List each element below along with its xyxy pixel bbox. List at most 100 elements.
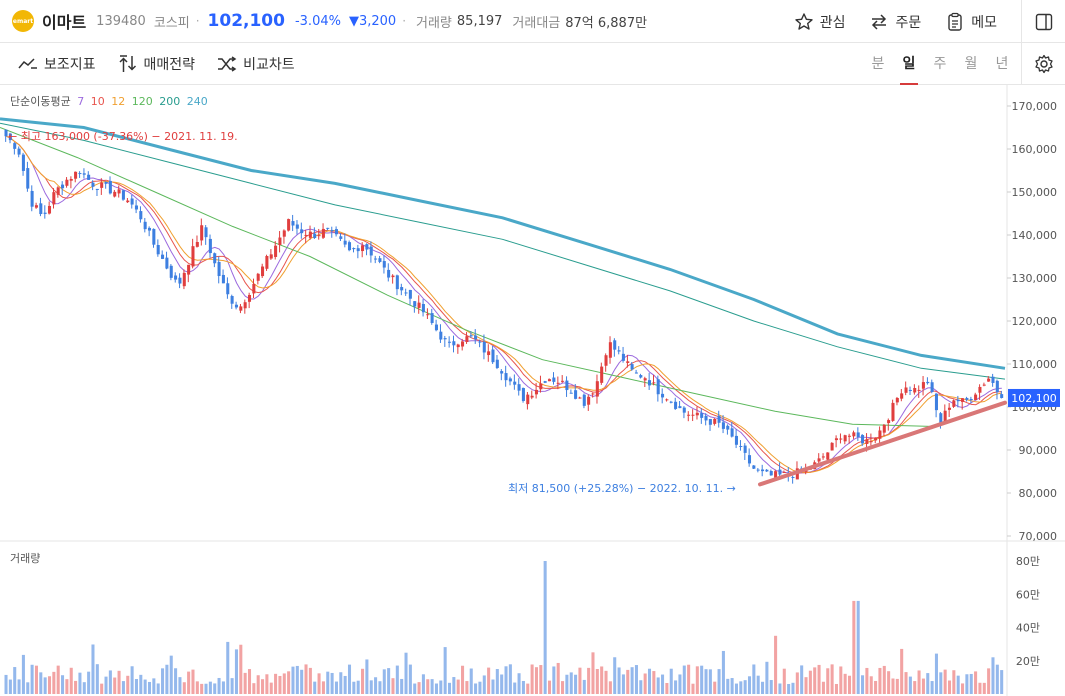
- volume-bar: [891, 678, 895, 694]
- candle: [352, 248, 356, 250]
- candle: [874, 437, 878, 441]
- candle: [652, 382, 656, 384]
- candle: [621, 353, 625, 361]
- candle: [904, 387, 908, 393]
- candle: [443, 338, 447, 340]
- volume-bar: [552, 666, 556, 694]
- tab-minute[interactable]: 분: [871, 43, 885, 85]
- clipboard-icon: [948, 12, 962, 31]
- volume-bar: [904, 672, 908, 694]
- candle: [26, 168, 30, 189]
- candle: [517, 384, 521, 391]
- candle: [21, 154, 25, 171]
- chart-settings-button[interactable]: [1021, 43, 1065, 85]
- volume-bar: [265, 674, 269, 694]
- volume-bar: [869, 676, 873, 694]
- volume-bar: [43, 677, 47, 694]
- market-name: 코스피: [153, 15, 190, 31]
- candle: [321, 228, 325, 238]
- tab-day[interactable]: 일: [900, 43, 918, 85]
- volume-bar: [617, 667, 621, 694]
- candle: [456, 344, 460, 348]
- volume-bar: [130, 666, 134, 694]
- y-tick-label: 130,000: [1012, 272, 1058, 285]
- candle: [300, 229, 304, 234]
- volume-bar: [195, 681, 199, 694]
- candle: [578, 397, 582, 399]
- tab-week[interactable]: 주: [933, 43, 947, 85]
- gear-icon: [1034, 54, 1053, 74]
- ma200-line: [0, 122, 1006, 380]
- indicators-button[interactable]: 보조지표: [18, 54, 96, 74]
- price-chart-svg[interactable]: 170,000 160,000 150,000 140,000 130,000 120,0…: [0, 85, 1065, 696]
- volume-bar: [565, 674, 569, 694]
- volume-bar: [647, 668, 652, 694]
- stock-name[interactable]: 이마트: [42, 9, 86, 33]
- volume-bar: [317, 673, 321, 694]
- candle: [74, 171, 78, 179]
- volume-bar: [326, 671, 330, 694]
- side-panel-toggle[interactable]: [1021, 0, 1065, 43]
- volume-bar: [895, 678, 899, 694]
- candle: [913, 387, 917, 393]
- candle: [408, 289, 412, 299]
- volume-bar: [691, 683, 695, 694]
- volume-bar: [774, 635, 778, 694]
- candle: [52, 192, 56, 205]
- candle: [313, 233, 317, 238]
- volume-bar: [491, 679, 495, 694]
- order-label: 주문: [895, 14, 922, 31]
- volume-bar: [139, 674, 143, 694]
- volume-bar: [800, 665, 804, 694]
- tab-month[interactable]: 월: [964, 43, 978, 85]
- volume-bar: [761, 681, 765, 694]
- candle: [161, 254, 165, 259]
- volume-bar: [661, 674, 665, 694]
- volume-bar: [521, 680, 525, 694]
- volume-bar: [987, 668, 991, 694]
- volume-bar: [404, 652, 408, 694]
- strategy-button[interactable]: 매매전략: [118, 54, 195, 74]
- interest-button[interactable]: 관심: [794, 12, 846, 32]
- volume-bar: [13, 667, 17, 694]
- volume-bar: [47, 676, 52, 694]
- ma-12-line: [5, 135, 1002, 473]
- candle: [108, 180, 112, 194]
- volume-tick-label: 60만: [1016, 588, 1040, 601]
- tab-year[interactable]: 년: [995, 43, 1009, 85]
- volume-bar: [278, 675, 282, 694]
- candle: [552, 377, 556, 382]
- ma-legend-200[interactable]: 200: [159, 95, 180, 108]
- swap-arrows-icon: [872, 13, 887, 30]
- ma-legend-120[interactable]: 120: [132, 95, 153, 108]
- volume-bar: [413, 683, 417, 694]
- candle: [439, 331, 443, 340]
- compare-button[interactable]: 비교차트: [217, 54, 295, 74]
- interest-label: 관심: [819, 14, 846, 31]
- volume-tick-label: 20만: [1016, 655, 1040, 668]
- candle: [469, 335, 473, 337]
- ma-legend-12[interactable]: 12: [111, 95, 125, 108]
- memo-button[interactable]: 메모: [945, 12, 997, 32]
- volume-bar: [343, 675, 347, 694]
- candle: [230, 296, 234, 304]
- volume-bar: [861, 675, 865, 694]
- candle: [395, 275, 399, 290]
- volume-bar: [778, 683, 782, 694]
- ma-legend-7[interactable]: 7: [77, 95, 84, 108]
- candle: [900, 393, 904, 399]
- candle: [965, 397, 969, 400]
- chart-area[interactable]: 단순이동평균 7 10 12 120 200 240 거래량 170,000 16…: [0, 85, 1065, 696]
- volume-bar: [517, 673, 521, 694]
- candle: [156, 244, 160, 255]
- ma-legend-240[interactable]: 240: [187, 95, 208, 108]
- volume-bar: [8, 679, 12, 694]
- candle: [304, 234, 308, 236]
- order-button[interactable]: 주문: [869, 12, 921, 32]
- candle: [604, 355, 608, 366]
- candle: [465, 336, 469, 343]
- change-amount: ▼3,200: [349, 14, 396, 29]
- volume-bar: [678, 674, 682, 694]
- low-annotation: 최저 81,500 (+25.28%) − 2022. 10. 11. →: [508, 482, 736, 495]
- ma-legend-10[interactable]: 10: [91, 95, 105, 108]
